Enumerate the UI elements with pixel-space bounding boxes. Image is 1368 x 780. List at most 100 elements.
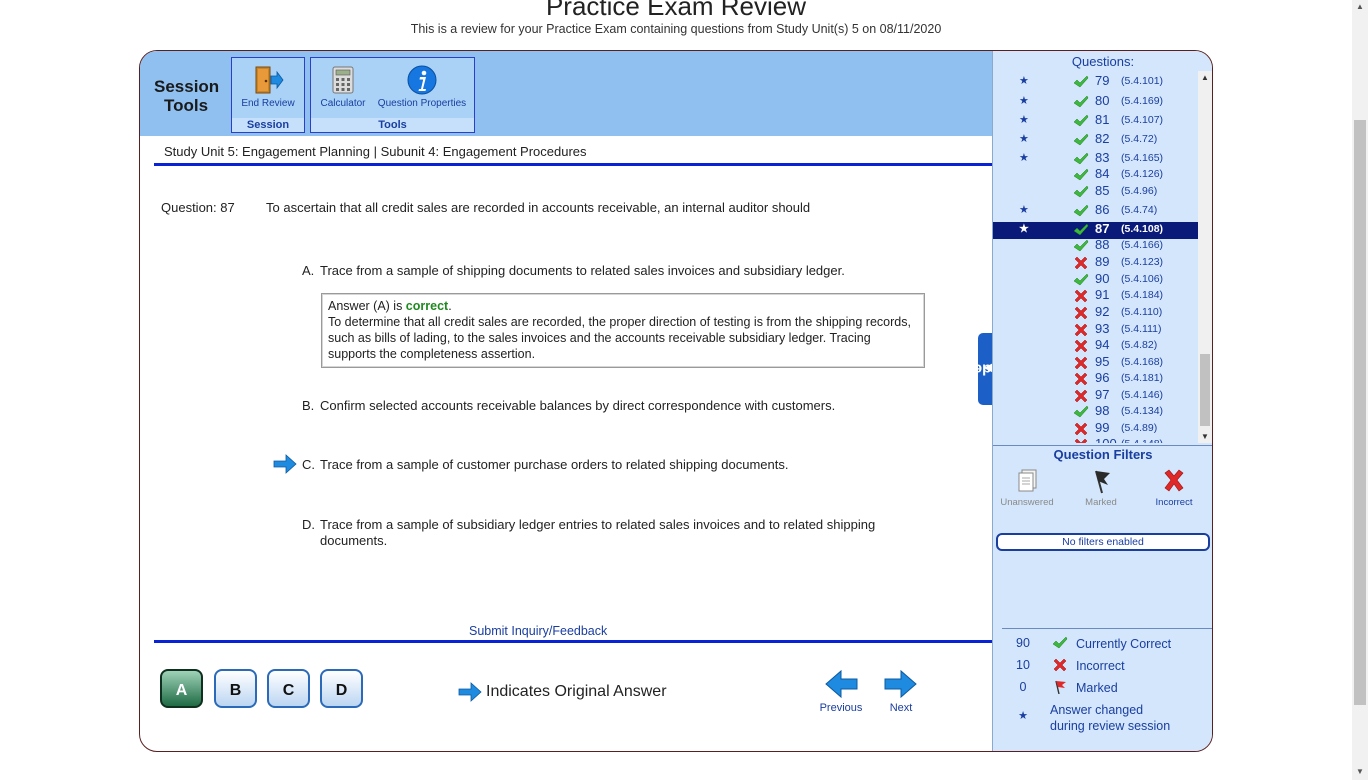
question-properties-button[interactable]: Question Properties: [375, 64, 469, 109]
question-list-item[interactable]: ★ 80 (5.4.169): [993, 93, 1198, 111]
question-list-number: 97: [1095, 387, 1110, 402]
calculator-button[interactable]: Calculator: [316, 64, 370, 109]
x-mark-icon: [1074, 289, 1088, 303]
arrow-right-icon: [884, 669, 917, 699]
summary-changed: ★ Answer changed during review session: [1002, 699, 1212, 735]
choice-a-letter: A.: [302, 263, 315, 278]
filter-unanswered[interactable]: Unanswered: [997, 467, 1057, 508]
choice-c-text: Trace from a sample of customer purchase…: [320, 457, 789, 472]
next-button[interactable]: Next: [877, 669, 925, 714]
x-mark-icon: [1074, 356, 1088, 370]
question-list-item[interactable]: 89 (5.4.123): [993, 254, 1198, 272]
x-mark-icon: [1074, 323, 1088, 337]
page-scrollbar[interactable]: ▲ ▼: [1352, 0, 1368, 780]
question-list-item[interactable]: ★ 86 (5.4.74): [993, 202, 1198, 220]
star-icon: ★: [1019, 95, 1029, 107]
questions-scroll-thumb[interactable]: [1200, 354, 1210, 426]
question-list-ref: (5.4.169): [1121, 95, 1164, 107]
checkmark-icon: [1073, 185, 1089, 198]
explanation-status: correct: [405, 299, 449, 313]
questions-header: Questions:: [1071, 54, 1135, 69]
question-list-number: 79: [1095, 73, 1110, 88]
results-summary: 90 Currently Correct 10 Incorrect 0 Mark…: [1002, 628, 1212, 733]
question-list-number: 98: [1095, 403, 1110, 418]
original-answer-legend-text: Indicates Original Answer: [486, 683, 667, 701]
checkmark-icon: [1073, 152, 1089, 165]
session-tools-label: Session Tools: [154, 77, 219, 115]
choice-c-letter: C.: [302, 457, 315, 472]
question-list-item[interactable]: 85 (5.4.96): [993, 183, 1198, 201]
scroll-thumb[interactable]: [1354, 120, 1366, 705]
changed-label-line1: Answer changed: [1050, 703, 1144, 717]
x-mark-icon: [1074, 306, 1088, 320]
checkmark-icon: [1073, 95, 1089, 108]
filter-unanswered-label: Unanswered: [1000, 497, 1054, 508]
session-group-label: Session: [232, 118, 304, 132]
session-tools-label-line2: Tools: [164, 96, 209, 115]
end-review-button[interactable]: End Review: [238, 64, 298, 109]
question-list-item[interactable]: 88 (5.4.166): [993, 237, 1198, 255]
question-list-ref: (5.4.82): [1121, 339, 1158, 351]
question-number: Question: 87: [161, 200, 235, 215]
next-label: Next: [889, 702, 913, 714]
filter-marked-label: Marked: [1085, 497, 1117, 508]
submit-inquiry-link[interactable]: Submit Inquiry/Feedback: [469, 624, 607, 638]
answer-explanation: Answer (A) is correct. To determine that…: [321, 293, 925, 368]
star-icon: ★: [1019, 75, 1029, 87]
scroll-down-icon[interactable]: ▼: [1356, 767, 1364, 776]
questions-scrollbar[interactable]: ▲ ▼: [1198, 71, 1212, 443]
door-exit-icon: [255, 66, 284, 94]
question-list-item[interactable]: 94 (5.4.82): [993, 337, 1198, 355]
question-properties-label: Question Properties: [377, 98, 467, 109]
star-icon: ★: [1019, 204, 1029, 216]
answer-button-a[interactable]: A: [160, 669, 203, 708]
filter-marked[interactable]: Marked: [1071, 467, 1131, 508]
x-mark-icon: [1074, 372, 1088, 386]
question-list-number: 80: [1095, 93, 1110, 108]
question-list-item[interactable]: ★ 81 (5.4.107): [993, 112, 1198, 130]
question-list-ref: (5.4.110): [1121, 306, 1163, 318]
answer-button-d[interactable]: D: [320, 669, 363, 708]
question-list-item[interactable]: 84 (5.4.126): [993, 166, 1198, 184]
question-list-ref: (5.4.72): [1121, 133, 1158, 145]
toolbar: Session Tools End Review Session Calcula…: [140, 51, 992, 136]
questions-side-panel: Questions: ★ 79 (5.4.101) ★ 80 (5.4.169) ★ 81 (5…: [992, 51, 1212, 751]
previous-button[interactable]: Previous: [816, 669, 866, 714]
answer-button-b[interactable]: B: [214, 669, 257, 708]
question-list-ref: (5.4.166): [1121, 239, 1164, 251]
checkmark-icon: [1073, 133, 1089, 146]
filter-incorrect[interactable]: Incorrect: [1144, 467, 1204, 508]
question-list-number: 91: [1095, 287, 1110, 302]
tools-group-label: Tools: [311, 118, 474, 132]
question-list-number: 99: [1095, 420, 1110, 435]
question-list-number: 88: [1095, 237, 1110, 252]
previous-label: Previous: [819, 702, 863, 714]
question-list-item[interactable]: 92 (5.4.110): [993, 304, 1198, 322]
question-list-item[interactable]: 91 (5.4.184): [993, 287, 1198, 305]
star-icon: ★: [1019, 223, 1029, 235]
answer-button-c[interactable]: C: [267, 669, 310, 708]
question-list-ref: (5.4.108): [1121, 223, 1164, 235]
questions-scroll-up-icon[interactable]: ▲: [1201, 73, 1209, 82]
correct-count: 90: [1016, 636, 1030, 650]
question-list-ref: (5.4.181): [1121, 372, 1164, 384]
question-list-item[interactable]: ★ 79 (5.4.101): [993, 73, 1198, 91]
info-icon: [407, 65, 437, 95]
question-list-ref: (5.4.107): [1121, 114, 1164, 126]
checkmark-icon: [1073, 204, 1089, 217]
question-list-number: 92: [1095, 304, 1110, 319]
question-text: To ascertain that all credit sales are r…: [266, 200, 811, 215]
question-list-item[interactable]: 100 (5.4.148): [993, 436, 1198, 443]
question-list-item[interactable]: 98 (5.4.134): [993, 403, 1198, 421]
question-list-item[interactable]: ★ 82 (5.4.72): [993, 131, 1198, 149]
incorrect-label: Incorrect: [1076, 659, 1125, 673]
question-filters-title: Question Filters: [993, 445, 1212, 462]
question-list-ref: (5.4.101): [1121, 75, 1164, 87]
question-list-item[interactable]: 96 (5.4.181): [993, 370, 1198, 388]
scroll-up-icon[interactable]: ▲: [1356, 2, 1364, 11]
checkmark-icon: [1052, 636, 1068, 649]
questions-scroll-down-icon[interactable]: ▼: [1201, 432, 1209, 441]
question-list-ref: (5.4.126): [1121, 168, 1164, 180]
choice-d-letter: D.: [302, 517, 315, 532]
x-mark-icon: [1074, 422, 1088, 436]
